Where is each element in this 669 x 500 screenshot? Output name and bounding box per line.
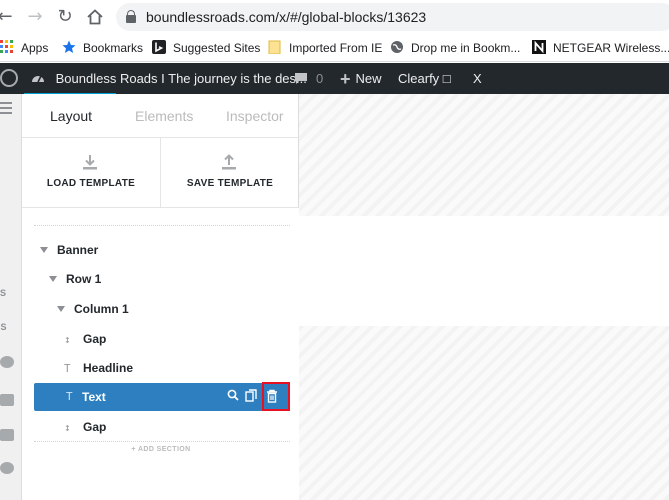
bookmark-label: Apps [21,41,49,55]
bing-icon [152,40,166,54]
template-actions: LOAD TEMPLATE SAVE TEMPLATE [22,138,299,208]
search-icon[interactable] [226,389,240,405]
node-label: Headline [83,361,134,375]
bookmarks-bar: Apps Bookmarks Suggested Sites Imported … [0,34,669,62]
comments-count: 0 [316,71,324,86]
bookmark-label: Suggested Sites [173,41,261,55]
dashboard-gauge-icon [32,75,44,83]
panel-tabs: Layout Elements Inspector [22,94,299,138]
star-icon [62,40,76,54]
new-content-link[interactable]: + New [340,63,382,94]
globe-icon [390,40,404,54]
tree-node-gap[interactable]: ↕ Gap [64,416,106,438]
play-icon[interactable] [0,462,14,474]
close-x-link[interactable]: X [473,63,482,94]
bookmark-label: NETGEAR Wireless... [553,41,669,55]
gap-element-icon: ↕ [64,333,71,346]
forward-arrow-icon[interactable]: → [24,6,46,28]
node-label: Gap [83,332,107,346]
tree-node-banner[interactable]: Banner [40,239,98,261]
load-template-label: LOAD TEMPLATE [46,178,136,189]
save-template-button[interactable]: SAVE TEMPLATE [160,138,298,208]
tree-node-gap[interactable]: ↕ Gap [64,328,106,350]
bookmark-label: Drop me in Bookm... [411,41,521,55]
bookmark-drop-me[interactable]: Drop me in Bookm... [390,40,520,56]
hatched-section-bottom [299,326,669,500]
tree-node-row[interactable]: Row 1 [49,268,101,290]
back-arrow-icon[interactable]: ← [0,6,16,28]
menu-label-ss[interactable]: SS [0,288,6,298]
bookmark-suggested-sites[interactable]: Suggested Sites [152,40,260,56]
tab-inspector[interactable]: Inspector [226,108,284,124]
browser-toolbar: ← → ↻ boundlessroads.com/x/#/global-bloc… [0,0,669,34]
builder-canvas[interactable] [299,94,669,500]
hatched-section-top [299,94,669,216]
node-label: Column 1 [74,302,129,316]
text-element-icon: T [66,390,73,403]
delete-highlight-box [262,382,290,411]
caret-down-icon [40,247,48,253]
clearfy-link[interactable]: Clearfy □ [398,63,451,94]
tab-layout[interactable]: Layout [50,108,92,124]
home-icon[interactable] [84,6,106,28]
add-section-button[interactable]: + ADD SECTION [0,446,322,453]
wp-admin-bar: Boundless Roads I The journey is the des… [0,63,669,94]
bookmark-imported-from-ie[interactable]: Imported From IE [268,40,382,56]
tree-node-text-selected[interactable]: T Text [34,383,290,411]
copy-icon[interactable] [0,429,14,441]
text-element-icon: T [64,362,71,375]
bookmark-label: Bookmarks [83,41,144,55]
load-template-button[interactable]: LOAD TEMPLATE [22,138,160,208]
folder-icon [268,40,282,55]
tree-divider-bottom [34,441,290,442]
netgear-icon [532,40,546,54]
bookmark-apps[interactable]: Apps [0,40,48,56]
reload-icon[interactable]: ↻ [54,6,76,28]
comment-bubble-icon [295,73,307,84]
url-text: boundlessroads.com/x/#/global-blocks/136… [146,9,427,25]
comments-link[interactable]: 0 [294,63,323,94]
node-label: Row 1 [66,272,102,286]
menu-label-us[interactable]: US [0,322,7,332]
monitor-icon[interactable] [0,394,14,406]
site-title: Boundless Roads I The journey is the des… [55,71,307,86]
caret-down-icon [49,276,57,282]
bookmark-netgear[interactable]: NETGEAR Wireless... [532,40,669,56]
builder-sidebar: Layout Elements Inspector LOAD TEMPLATE … [22,94,299,500]
address-bar[interactable]: boundlessroads.com/x/#/global-blocks/136… [116,3,669,31]
hamburger-menu-icon[interactable] [0,102,12,114]
clock-icon[interactable] [0,356,14,368]
tree-node-column[interactable]: Column 1 [57,298,129,320]
upload-icon [222,154,236,170]
bookmark-bookmarks[interactable]: Bookmarks [62,40,143,56]
admin-side-menu: SS US [0,94,22,500]
apps-grid-icon [0,40,14,54]
save-template-label: SAVE TEMPLATE [186,178,274,189]
caret-down-icon [57,306,65,312]
node-label: Text [82,390,106,404]
node-label: Banner [57,243,99,257]
tab-elements[interactable]: Elements [135,108,193,124]
download-icon [83,155,97,170]
site-name-link[interactable]: Boundless Roads I The journey is the des… [30,63,307,94]
gap-element-icon: ↕ [64,421,71,434]
node-label: Gap [83,420,107,434]
new-label: New [355,71,382,86]
tree-divider-top [34,225,290,226]
wordpress-logo-icon[interactable] [0,69,18,87]
bookmark-label: Imported From IE [289,41,383,55]
plus-icon: + [340,69,351,89]
tree-node-headline[interactable]: T Headline [64,357,133,379]
lock-icon [126,10,136,23]
duplicate-icon[interactable] [244,389,258,405]
